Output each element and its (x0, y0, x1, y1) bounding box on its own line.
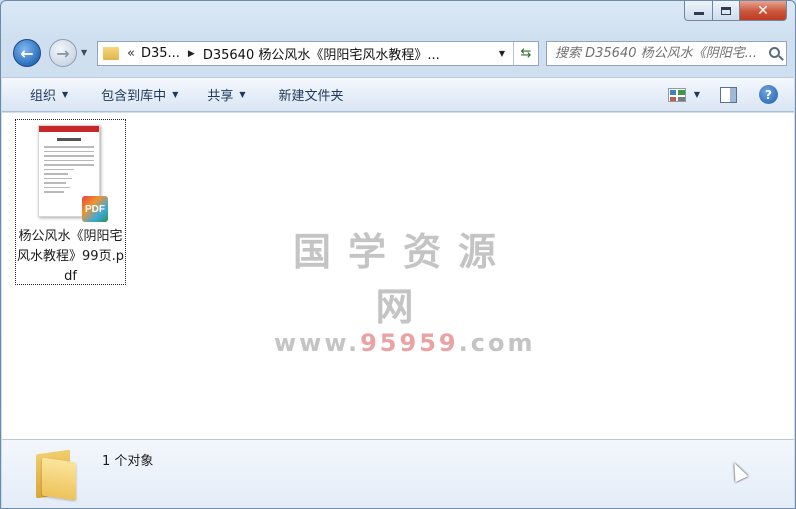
pdf-text-line (44, 150, 94, 152)
breadcrumb-item[interactable]: D35... (141, 46, 180, 61)
pdf-text-line (44, 191, 64, 193)
pdf-text-line (44, 159, 94, 161)
chevron-down-icon: ▼ (239, 90, 246, 99)
watermark-url-prefix: www. (274, 329, 361, 357)
pdf-text-line (44, 173, 68, 175)
watermark-title: 国学资源网 (292, 230, 513, 329)
organize-button[interactable]: 组织 ▼ (30, 85, 68, 104)
folder-icon (103, 47, 119, 60)
forward-arrow-icon: → (56, 43, 70, 63)
refresh-button[interactable]: ⇆ (513, 42, 538, 65)
file-item[interactable]: PDF 杨公风水《阴阳宅风水教程》99页.pdf (15, 119, 126, 285)
watermark-url-suffix: .com (458, 329, 536, 357)
breadcrumb-chevron-icon[interactable]: ▶ (188, 49, 195, 59)
chevron-down-icon: ▼ (62, 90, 69, 99)
back-button[interactable]: ← (13, 39, 41, 67)
refresh-icon: ⇆ (520, 46, 532, 61)
caption-buttons: ✕ (684, 1, 787, 21)
recent-pages-dropdown[interactable]: ▼ (81, 48, 87, 57)
views-icon[interactable] (667, 87, 686, 102)
minimize-button[interactable] (684, 1, 713, 21)
pdf-title-line (57, 138, 81, 141)
explorer-window: ✕ ← → ▼ « D35... ▶ D35640 杨公风水《阴阳宅风水教程》.… (0, 0, 796, 509)
pdf-text-line (44, 146, 94, 148)
watermark: 国学资源网 www.95959.com (274, 221, 532, 357)
back-arrow-icon: ← (20, 43, 34, 63)
pdf-text-line (44, 164, 94, 166)
address-bar[interactable]: « D35... ▶ D35640 杨公风水《阴阳宅风水教程》... ▼ ⇆ (97, 41, 539, 66)
search-box[interactable] (546, 41, 787, 66)
forward-button[interactable]: → (49, 39, 77, 67)
breadcrumb-current[interactable]: D35640 杨公风水《阴阳宅风水教程》... (203, 44, 440, 63)
pdf-text-line (44, 182, 66, 184)
share-label: 共享 (207, 89, 234, 104)
pdf-file-icon: PDF (82, 196, 108, 222)
maximize-button[interactable] (713, 1, 740, 21)
command-bar: 组织 ▼ 包含到库中 ▼ 共享 ▼ 新建文件夹 ▼ ? (2, 77, 794, 112)
command-bar-right: ▼ ? (667, 78, 794, 111)
watermark-url: www.95959.com (274, 329, 532, 357)
search-icon[interactable] (769, 47, 780, 58)
close-icon: ✕ (757, 2, 769, 19)
status-text: 1 个对象 (102, 454, 154, 469)
organize-label: 组织 (30, 89, 57, 104)
new-folder-button[interactable]: 新建文件夹 (279, 85, 344, 104)
breadcrumb-overflow[interactable]: « (127, 46, 135, 61)
new-folder-label: 新建文件夹 (278, 89, 344, 104)
pdf-text-line (44, 177, 72, 179)
include-library-label: 包含到库中 (101, 89, 167, 104)
mouse-cursor-icon (727, 459, 749, 483)
details-pane: 1 个对象 (2, 439, 794, 508)
preview-pane-icon[interactable] (720, 86, 737, 103)
search-input[interactable] (555, 46, 765, 61)
help-icon[interactable]: ? (759, 85, 778, 104)
file-name[interactable]: 杨公风水《阴阳宅风水教程》99页.pdf (16, 227, 125, 287)
share-button[interactable]: 共享 ▼ (207, 85, 245, 104)
address-dropdown-icon[interactable]: ▼ (494, 42, 510, 65)
views-dropdown-icon[interactable]: ▼ (694, 90, 700, 99)
pdf-header-band (39, 126, 99, 132)
chevron-down-icon: ▼ (172, 90, 179, 99)
pdf-text-line (44, 168, 74, 170)
minimize-icon (693, 12, 704, 15)
pdf-text-line (44, 155, 94, 157)
watermark-url-number: 95959 (360, 329, 459, 357)
include-in-library-button[interactable]: 包含到库中 ▼ (101, 85, 178, 104)
folder-front (42, 457, 76, 501)
file-list[interactable]: PDF 杨公风水《阴阳宅风水教程》99页.pdf 国学资源网 www.95959… (2, 113, 794, 439)
folder-icon (32, 448, 78, 501)
pdf-text-line (44, 186, 70, 188)
close-button[interactable]: ✕ (740, 1, 787, 21)
maximize-icon (721, 6, 731, 15)
